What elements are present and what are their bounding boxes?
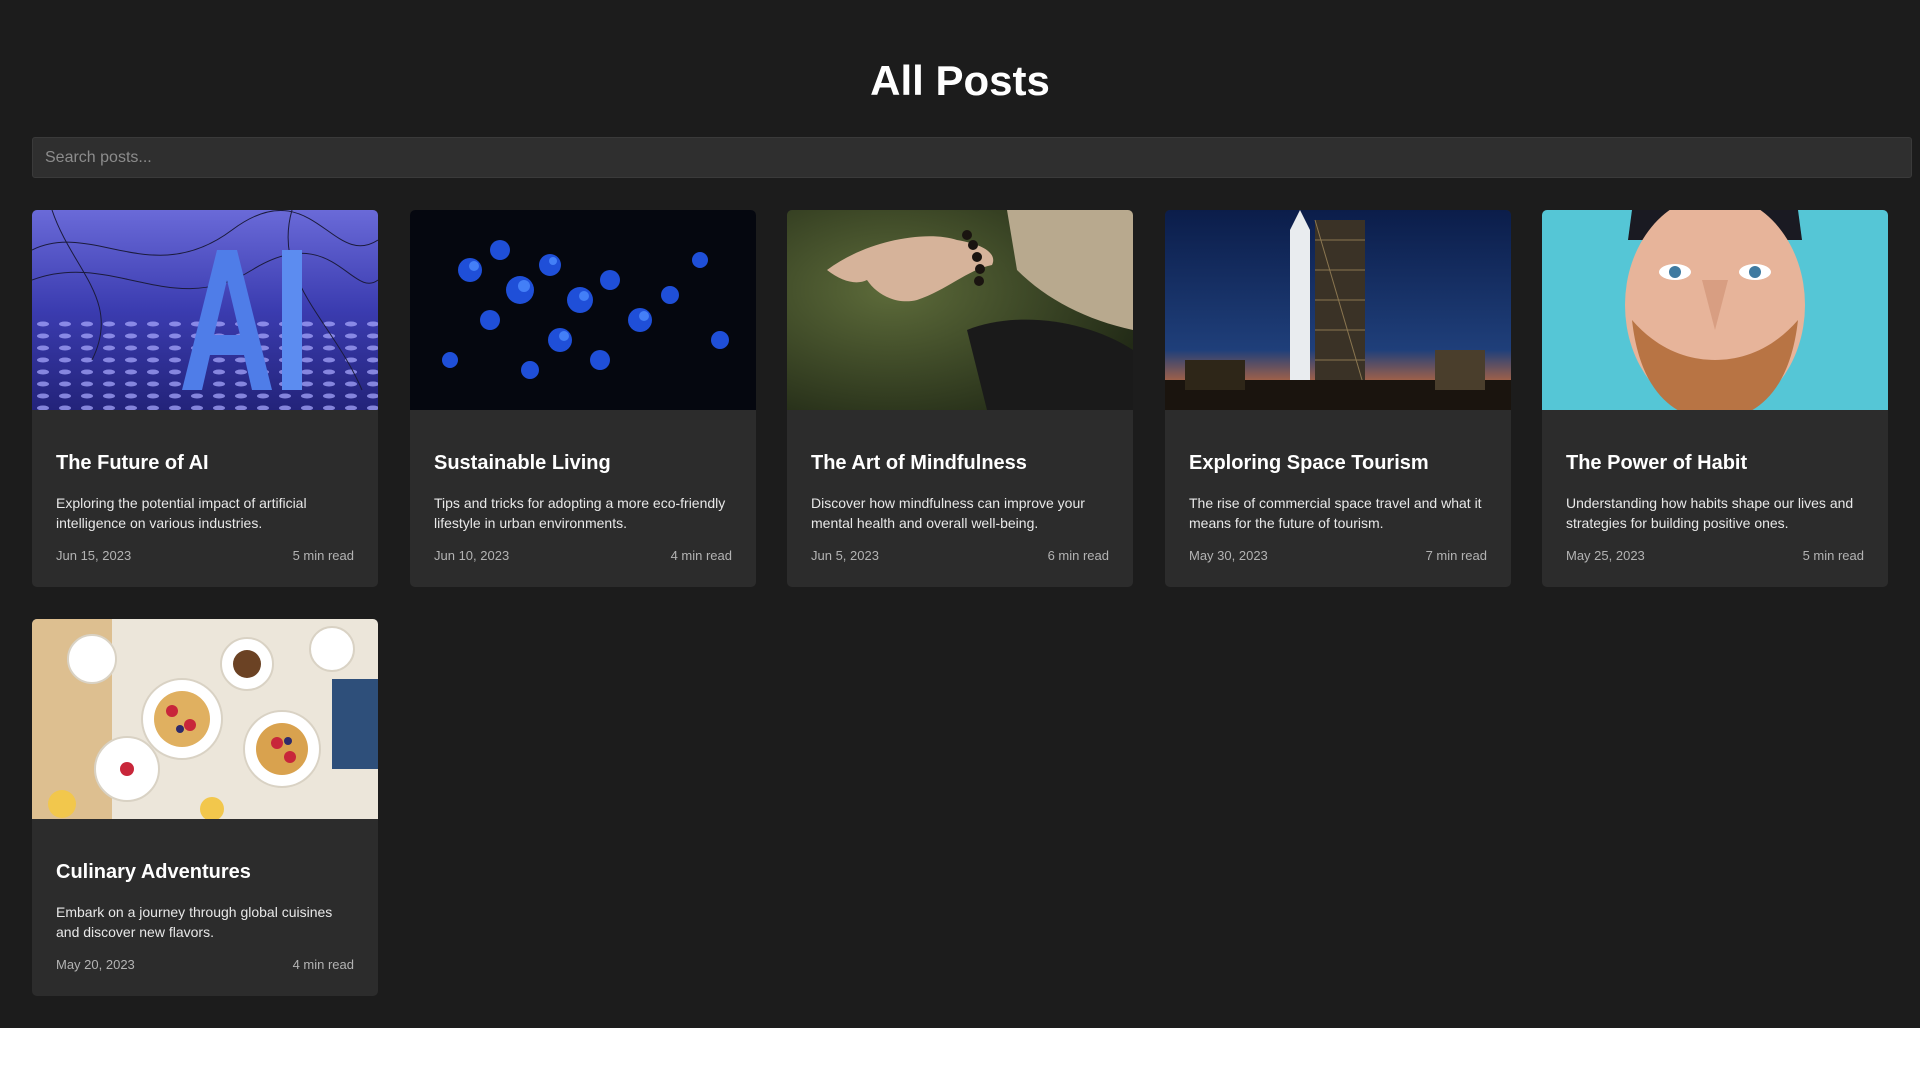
post-read-time: 4 min read xyxy=(670,548,732,563)
post-date: May 30, 2023 xyxy=(1189,548,1268,563)
post-description: The rise of commercial space travel and … xyxy=(1189,495,1482,531)
ai-letters-image xyxy=(32,210,378,410)
post-date: Jun 10, 2023 xyxy=(434,548,510,563)
rocket-launch-pad-image xyxy=(1165,210,1511,410)
page-title: All Posts xyxy=(870,57,1050,104)
post-read-time: 5 min read xyxy=(292,548,354,563)
post-description: Embark on a journey through global cuisi… xyxy=(56,904,333,940)
post-title[interactable]: The Future of AI xyxy=(56,451,356,475)
post-card-future-of-ai[interactable]: The Future of AI Exploring the potential… xyxy=(32,210,378,587)
page-background: All Posts Search posts... The Future of … xyxy=(0,0,1920,1028)
post-title[interactable]: The Art of Mindfulness xyxy=(811,451,1111,475)
post-card-sustainable-living[interactable]: Sustainable Living Tips and tricks for a… xyxy=(410,210,756,587)
post-date: May 25, 2023 xyxy=(1566,548,1645,563)
post-title[interactable]: Sustainable Living xyxy=(434,451,734,475)
post-date: Jun 5, 2023 xyxy=(811,548,879,563)
post-read-time: 6 min read xyxy=(1047,548,1109,563)
blue-flowers-image xyxy=(410,210,756,410)
post-read-time: 7 min read xyxy=(1425,548,1487,563)
post-card-art-of-mindfulness[interactable]: The Art of Mindfulness Discover how mind… xyxy=(787,210,1133,587)
meditation-hand-image xyxy=(787,210,1133,410)
search-input[interactable] xyxy=(32,137,1912,178)
post-title[interactable]: The Power of Habit xyxy=(1566,451,1866,475)
post-description: Discover how mindfulness can improve you… xyxy=(811,495,1085,531)
breakfast-table-image xyxy=(32,619,378,819)
post-date: Jun 15, 2023 xyxy=(56,548,132,563)
post-date: May 20, 2023 xyxy=(56,957,135,972)
post-description: Tips and tricks for adopting a more eco-… xyxy=(434,495,726,531)
post-card-culinary-adventures[interactable]: Culinary Adventures Embark on a journey … xyxy=(32,619,378,996)
post-title[interactable]: Culinary Adventures xyxy=(56,860,356,884)
post-read-time: 4 min read xyxy=(292,957,354,972)
post-card-exploring-space-tourism[interactable]: Exploring Space Tourism The rise of comm… xyxy=(1165,210,1511,587)
post-read-time: 5 min read xyxy=(1802,548,1864,563)
post-description: Understanding how habits shape our lives… xyxy=(1566,495,1854,531)
post-title[interactable]: Exploring Space Tourism xyxy=(1189,451,1489,475)
post-card-power-of-habit[interactable]: The Power of Habit Understanding how hab… xyxy=(1542,210,1888,587)
bearded-man-portrait-image xyxy=(1542,210,1888,410)
post-description: Exploring the potential impact of artifi… xyxy=(56,495,307,531)
